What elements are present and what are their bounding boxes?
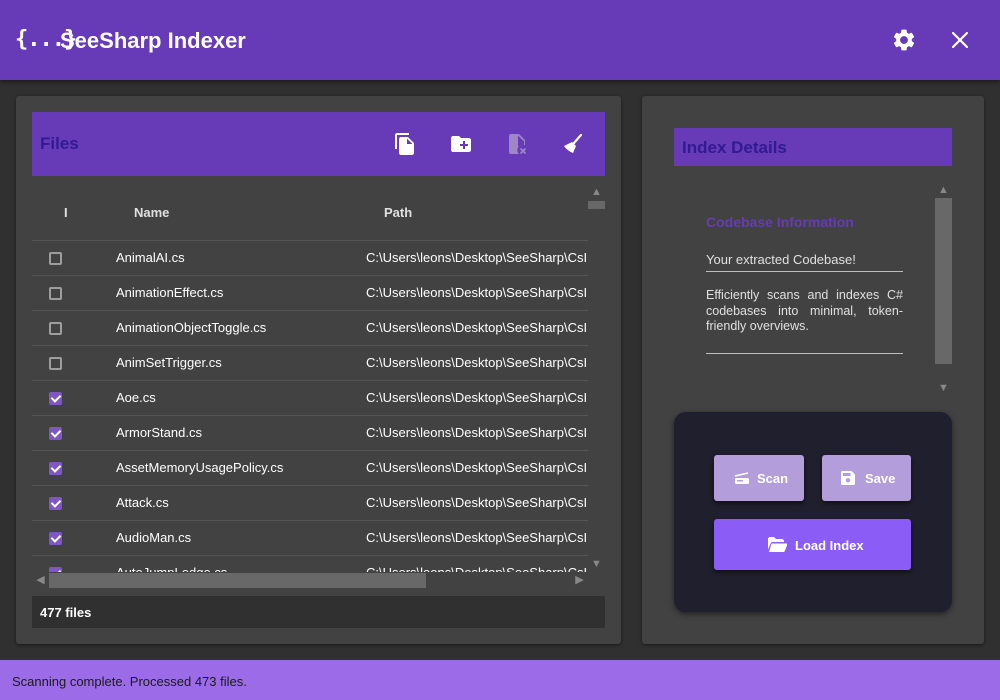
files-grid-rows: AnimalAI.cs C:\Users\leons\Desktop\SeeSha… bbox=[32, 240, 588, 572]
file-path-cell: C:\Users\leons\Desktop\SeeSharp\CsI bbox=[366, 390, 588, 405]
file-path-cell: C:\Users\leons\Desktop\SeeSharp\CsI bbox=[366, 320, 588, 335]
file-name-cell: AnimationEffect.cs bbox=[116, 285, 224, 300]
files-header: Files bbox=[32, 112, 605, 176]
status-text: Scanning complete. Processed 473 files. bbox=[12, 674, 247, 689]
close-icon bbox=[951, 31, 969, 49]
include-checkbox[interactable] bbox=[49, 497, 62, 510]
table-row[interactable]: AnimSetTrigger.cs C:\Users\leons\Desktop\… bbox=[32, 345, 588, 380]
file-name-cell: Aoe.cs bbox=[116, 390, 156, 405]
scroll-up-icon[interactable]: ▲ bbox=[935, 182, 952, 198]
index-details-title: Index Details bbox=[682, 138, 787, 157]
include-checkbox[interactable] bbox=[49, 392, 62, 405]
scanner-icon bbox=[734, 472, 749, 484]
codebase-description: Efficiently scans and indexes C# codebas… bbox=[706, 288, 903, 354]
scroll-left-icon[interactable]: ◀ bbox=[32, 572, 49, 588]
clear-button[interactable] bbox=[561, 132, 585, 156]
table-row[interactable]: Attack.cs C:\Users\leons\Desktop\SeeSharp… bbox=[32, 485, 588, 520]
table-row[interactable]: AnimationEffect.cs C:\Users\leons\Desktop… bbox=[32, 275, 588, 310]
vertical-scrollbar[interactable]: ▲ ▼ bbox=[588, 184, 605, 572]
files-title: Files bbox=[40, 134, 79, 153]
add-folder-button[interactable] bbox=[449, 132, 473, 156]
table-row[interactable]: AnimalAI.cs C:\Users\leons\Desktop\SeeSha… bbox=[32, 240, 588, 275]
codebase-info-heading: Codebase Information bbox=[706, 214, 854, 230]
vertical-scroll-thumb[interactable] bbox=[588, 201, 605, 209]
file-path-cell: C:\Users\leons\Desktop\SeeSharp\CsI bbox=[366, 460, 588, 475]
scan-button[interactable]: Scan bbox=[714, 455, 804, 501]
gear-icon bbox=[893, 29, 915, 51]
scroll-up-icon[interactable]: ▲ bbox=[588, 184, 605, 200]
include-checkbox[interactable] bbox=[49, 287, 62, 300]
table-row[interactable]: ArmorStand.cs C:\Users\leons\Desktop\SeeS… bbox=[32, 415, 588, 450]
include-checkbox[interactable] bbox=[49, 322, 62, 335]
scroll-down-icon[interactable]: ▼ bbox=[588, 556, 605, 572]
details-vertical-scrollbar[interactable]: ▲ ▼ bbox=[935, 182, 952, 396]
files-panel: Files I Name Path AnimalAI.cs C:\Users\le… bbox=[16, 96, 621, 644]
file-name-cell: ArmorStand.cs bbox=[116, 425, 202, 440]
scan-button-label: Scan bbox=[757, 471, 789, 486]
codebase-name-field[interactable]: Your extracted Codebase! bbox=[706, 244, 903, 272]
file-path-cell: C:\Users\leons\Desktop\SeeSharp\CsI bbox=[366, 425, 588, 440]
add-file-button[interactable] bbox=[393, 132, 417, 156]
load-index-button-label: Load Index bbox=[795, 538, 864, 553]
file-path-cell: C:\Users\leons\Desktop\SeeSharp\CsI bbox=[366, 565, 588, 572]
include-checkbox[interactable] bbox=[49, 532, 62, 545]
file-name-cell: AssetMemoryUsagePolicy.cs bbox=[116, 460, 284, 475]
folder-add-icon bbox=[451, 136, 471, 152]
file-add-icon bbox=[395, 133, 414, 155]
app-title: SeeSharp Indexer bbox=[60, 28, 246, 53]
file-path-cell: C:\Users\leons\Desktop\SeeSharp\CsI bbox=[366, 250, 588, 265]
file-remove-icon bbox=[509, 134, 527, 155]
file-path-cell: C:\Users\leons\Desktop\SeeSharp\CsI bbox=[366, 495, 588, 510]
files-grid: AnimalAI.cs C:\Users\leons\Desktop\SeeSha… bbox=[32, 184, 605, 588]
settings-button[interactable] bbox=[891, 27, 917, 53]
save-button[interactable]: Save bbox=[822, 455, 911, 501]
save-button-label: Save bbox=[865, 471, 896, 486]
index-details-header: Index Details bbox=[674, 128, 952, 166]
actions-card: Scan Save Load Index bbox=[674, 412, 952, 612]
scroll-right-icon[interactable]: ▶ bbox=[571, 572, 588, 588]
horizontal-scroll-thumb[interactable] bbox=[49, 573, 426, 588]
codebase-info-area: Codebase Information Your extracted Code… bbox=[674, 182, 952, 396]
index-details-panel: Index Details Codebase Information Your … bbox=[642, 96, 984, 644]
file-path-cell: C:\Users\leons\Desktop\SeeSharp\CsI bbox=[366, 285, 588, 300]
files-footer: 477 files bbox=[32, 596, 605, 628]
file-name-cell: AudioMan.cs bbox=[116, 530, 192, 545]
details-scroll-thumb[interactable] bbox=[935, 198, 952, 364]
broom-icon bbox=[564, 133, 583, 153]
file-name-cell: Attack.cs bbox=[116, 495, 169, 510]
close-button[interactable] bbox=[949, 29, 971, 51]
file-name-cell: AnimalAI.cs bbox=[116, 250, 185, 265]
floppy-disk-icon bbox=[841, 471, 855, 485]
file-name-cell: AnimSetTrigger.cs bbox=[116, 355, 222, 370]
file-name-cell: AnimationObjectToggle.cs bbox=[116, 320, 267, 335]
include-checkbox[interactable] bbox=[49, 462, 62, 475]
files-count: 477 files bbox=[40, 605, 92, 620]
scroll-down-icon[interactable]: ▼ bbox=[935, 380, 952, 396]
table-row[interactable]: AnimationObjectToggle.cs C:\Users\leons\D… bbox=[32, 310, 588, 345]
file-name-cell: AutoJumpLedge.cs bbox=[116, 565, 227, 572]
table-row[interactable]: AssetMemoryUsagePolicy.cs C:\Users\leons\… bbox=[32, 450, 588, 485]
include-checkbox[interactable] bbox=[49, 357, 62, 370]
include-checkbox[interactable] bbox=[49, 427, 62, 440]
include-checkbox[interactable] bbox=[49, 252, 62, 265]
folder-open-icon bbox=[768, 537, 787, 552]
status-bar: Scanning complete. Processed 473 files. bbox=[0, 660, 1000, 700]
title-bar: {...} SeeSharp Indexer bbox=[0, 0, 1000, 80]
horizontal-scrollbar[interactable]: ◀ ▶ bbox=[32, 572, 588, 588]
table-row[interactable]: AutoJumpLedge.cs C:\Users\leons\Desktop\S… bbox=[32, 555, 588, 572]
remove-file-button[interactable] bbox=[505, 132, 529, 156]
file-path-cell: C:\Users\leons\Desktop\SeeSharp\CsI bbox=[366, 530, 588, 545]
table-row[interactable]: AudioMan.cs C:\Users\leons\Desktop\SeeSha… bbox=[32, 520, 588, 555]
file-path-cell: C:\Users\leons\Desktop\SeeSharp\CsI bbox=[366, 355, 588, 370]
load-index-button[interactable]: Load Index bbox=[714, 519, 911, 570]
table-row[interactable]: Aoe.cs C:\Users\leons\Desktop\SeeSharp\Cs… bbox=[32, 380, 588, 415]
